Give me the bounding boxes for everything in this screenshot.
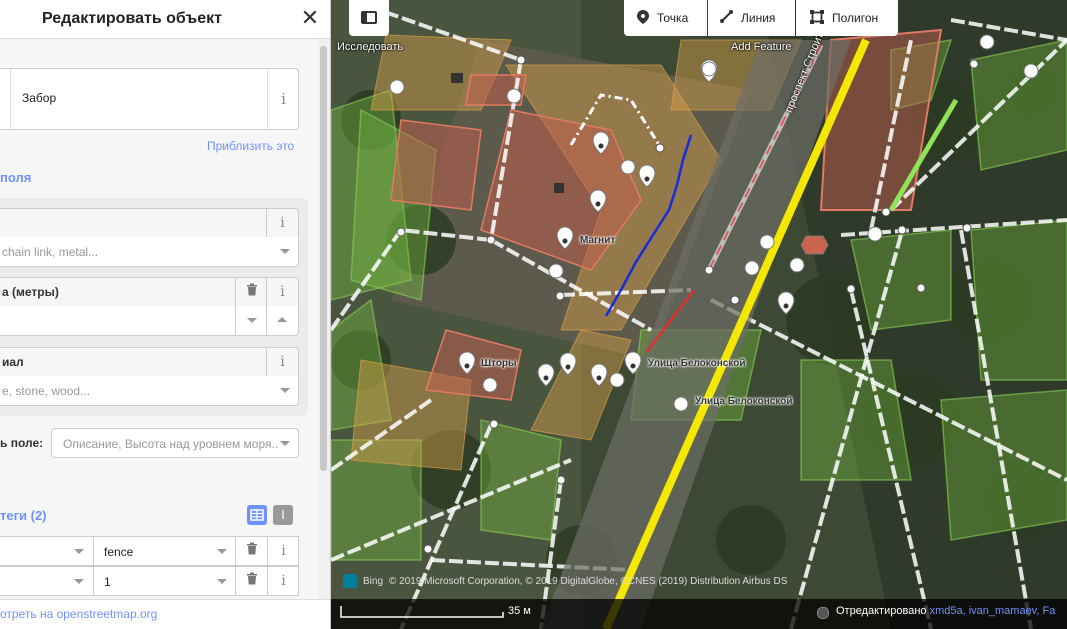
scale-bar[interactable]	[340, 605, 505, 619]
close-icon[interactable]: ✕	[298, 6, 322, 30]
fields-container: i chain link, metal... а (метры) i иал i…	[0, 198, 308, 416]
info-icon[interactable]: i	[266, 278, 298, 306]
inspector-header: Редактировать объект ✕	[0, 0, 330, 39]
explore-label: Исследовать	[337, 41, 404, 53]
chevron-down-icon[interactable]	[217, 579, 227, 584]
preset-label: Забор	[22, 91, 57, 105]
chevron-down-icon[interactable]	[280, 249, 290, 254]
fields-section-heading[interactable]: поля	[0, 170, 31, 185]
field-label-material: иал i	[0, 347, 299, 377]
tag-value-text: fence	[104, 545, 134, 559]
bing-label[interactable]: Bing	[363, 576, 383, 587]
edited-by-users-link[interactable]: xmd5a, ivan_mamaev, Fa	[930, 605, 1056, 617]
add-line-button[interactable]: Линия	[708, 0, 795, 36]
loading-spinner-icon	[817, 607, 829, 619]
increment-button[interactable]	[266, 306, 298, 335]
imagery-attribution: Bing © 2019 Microsoft Corporation, © 201…	[331, 572, 1067, 592]
tags-section-heading[interactable]: теги (2)	[0, 508, 47, 523]
inspector-body: Забор i Приблизить это поля i chain link…	[0, 39, 318, 599]
tag-value-input[interactable]: 1	[93, 567, 235, 595]
map-footer: 35 м Отредактировано xmd5a, ivan_mamaev,…	[331, 599, 1067, 629]
view-on-osm-link[interactable]: отреть на openstreetmap.org	[0, 607, 157, 621]
sidebar-toggle-button[interactable]	[349, 0, 389, 36]
add-point-label: Точка	[657, 11, 689, 25]
trash-icon[interactable]	[235, 567, 267, 595]
add-line-label: Линия	[741, 11, 776, 25]
decrement-button[interactable]	[235, 306, 267, 335]
preset-selector[interactable]: Забор i	[0, 68, 299, 130]
add-field-placeholder: Описание, Высота над уровнем моря...	[63, 437, 279, 451]
preset-icon-divider	[10, 69, 11, 129]
inspector-scrollbar-thumb[interactable]	[320, 46, 327, 471]
chevron-down-icon[interactable]	[74, 579, 84, 584]
zoom-to-link[interactable]: Приблизить это	[207, 139, 294, 153]
add-point-button[interactable]: Точка	[624, 0, 707, 36]
inspector-footer: отреть на openstreetmap.org	[0, 599, 330, 629]
edited-by-text: Отредактировано xmd5a, ivan_mamaev, Fa	[836, 605, 1055, 617]
add-field-label: ь поле:	[0, 436, 44, 450]
line-icon	[720, 10, 733, 26]
add-area-label: Полигон	[832, 11, 879, 25]
inspector-panel: Редактировать объект ✕ Забор i Приблизит…	[0, 0, 331, 629]
add-field-combo[interactable]: Описание, Высота над уровнем моря...	[51, 428, 299, 458]
info-icon[interactable]: i	[267, 567, 299, 595]
add-area-button[interactable]: Полигон	[796, 0, 898, 36]
info-icon[interactable]: i	[266, 348, 298, 376]
pin-icon	[637, 9, 649, 27]
poi-label[interactable]: Магнит	[580, 235, 615, 246]
info-icon[interactable]: i	[266, 209, 298, 237]
trash-icon[interactable]	[235, 278, 267, 306]
height-input[interactable]	[0, 306, 299, 336]
tag-value-input[interactable]: fence	[93, 537, 235, 565]
trash-icon[interactable]	[235, 537, 267, 565]
info-icon[interactable]: i	[267, 69, 299, 129]
add-feature-label: Add Feature	[731, 41, 792, 53]
map-area[interactable]: проспект Строителей Магнит Шторы Улица Б…	[331, 0, 1067, 629]
field-label-text: иал	[2, 355, 24, 369]
area-icon	[810, 9, 824, 27]
scale-label: 35 м	[508, 605, 531, 617]
poi-label[interactable]: Улица Белоконской	[695, 396, 793, 407]
fence-type-combo[interactable]: chain link, metal...	[0, 237, 299, 267]
info-icon[interactable]: i	[267, 537, 299, 565]
field-label-height: а (метры) i	[0, 277, 299, 307]
chevron-down-icon[interactable]	[280, 441, 290, 446]
chevron-down-icon[interactable]	[280, 388, 290, 393]
tag-key-input[interactable]	[0, 567, 92, 595]
poi-label[interactable]: Улица Белоконской	[648, 358, 746, 369]
chevron-down-icon[interactable]	[217, 549, 227, 554]
tag-key-input[interactable]	[0, 537, 92, 565]
tag-value-text: 1	[104, 575, 111, 589]
field-label-type: i	[0, 208, 299, 238]
field-placeholder: e, stone, wood...	[2, 384, 91, 398]
chevron-down-icon[interactable]	[74, 549, 84, 554]
inspector-title: Редактировать объект	[42, 10, 222, 27]
bing-logo-icon	[343, 574, 357, 588]
attribution-text: © 2019 Microsoft Corporation, © 2019 Dig…	[389, 576, 788, 587]
tag-row: 1 i	[0, 566, 299, 596]
poi-label[interactable]: Шторы	[481, 358, 517, 369]
field-placeholder: chain link, metal...	[2, 245, 99, 259]
material-combo[interactable]: e, stone, wood...	[0, 376, 299, 406]
tag-row: fence i	[0, 536, 299, 566]
field-label-text: а (метры)	[2, 285, 59, 299]
table-view-icon[interactable]	[247, 505, 267, 525]
map-canvas[interactable]	[331, 0, 1067, 629]
text-view-icon[interactable]: I	[273, 505, 293, 525]
edited-by-label: Отредактировано	[836, 605, 927, 617]
